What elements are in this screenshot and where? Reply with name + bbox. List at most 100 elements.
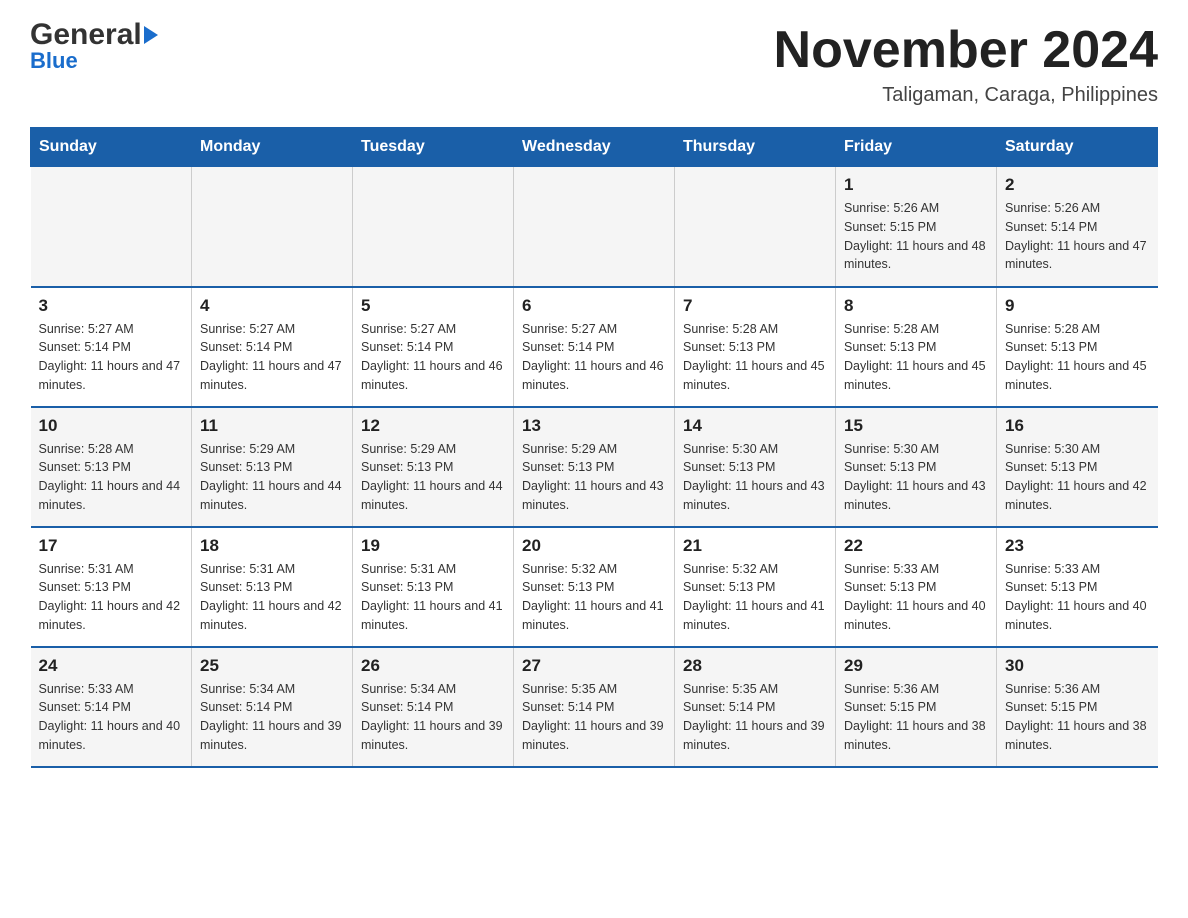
- day-number: 22: [844, 536, 988, 556]
- day-info: Sunrise: 5:30 AM Sunset: 5:13 PM Dayligh…: [683, 440, 827, 515]
- calendar-cell: 1Sunrise: 5:26 AM Sunset: 5:15 PM Daylig…: [836, 167, 997, 287]
- logo-general-label: General: [30, 20, 142, 50]
- day-info: Sunrise: 5:34 AM Sunset: 5:14 PM Dayligh…: [200, 680, 344, 755]
- calendar-cell: [514, 167, 675, 287]
- calendar-header: Sunday Monday Tuesday Wednesday Thursday…: [31, 128, 1158, 167]
- calendar-cell: 24 Sunrise: 5:33 AM Sunset: 5:14 PM Dayli…: [31, 647, 192, 767]
- calendar-cell: 5 Sunrise: 5:27 AM Sunset: 5:14 PM Daylig…: [353, 287, 514, 407]
- calendar-week-2: 3 Sunrise: 5:27 AM Sunset: 5:14 PM Daylig…: [31, 287, 1158, 407]
- calendar-cell: 26 Sunrise: 5:34 AM Sunset: 5:14 PM Dayli…: [353, 647, 514, 767]
- calendar-cell: 18Sunrise: 5:31 AM Sunset: 5:13 PM Dayli…: [192, 527, 353, 647]
- calendar-cell: 17 Sunrise: 5:31 AM Sunset: 5:13 PM Dayli…: [31, 527, 192, 647]
- header-saturday: Saturday: [997, 128, 1158, 167]
- day-info: Sunrise: 5:35 AM Sunset: 5:14 PM Dayligh…: [522, 680, 666, 755]
- calendar-cell: 14 Sunrise: 5:30 AM Sunset: 5:13 PM Dayli…: [675, 407, 836, 527]
- header-tuesday: Tuesday: [353, 128, 514, 167]
- day-info: Sunrise: 5:27 AM Sunset: 5:14 PM Dayligh…: [522, 320, 666, 395]
- header-monday: Monday: [192, 128, 353, 167]
- page-header: General Blue November 2024 Taligaman, Ca…: [30, 20, 1158, 107]
- calendar-cell: 23Sunrise: 5:33 AM Sunset: 5:13 PM Dayli…: [997, 527, 1158, 647]
- day-info: Sunrise: 5:35 AM Sunset: 5:14 PM Dayligh…: [683, 680, 827, 755]
- day-number: 10: [39, 416, 184, 436]
- day-info: Sunrise: 5:31 AM Sunset: 5:13 PM Dayligh…: [39, 560, 184, 635]
- calendar-body: 1Sunrise: 5:26 AM Sunset: 5:15 PM Daylig…: [31, 167, 1158, 767]
- calendar-week-3: 10Sunrise: 5:28 AM Sunset: 5:13 PM Dayli…: [31, 407, 1158, 527]
- logo-blue-label: Blue: [30, 50, 78, 72]
- day-info: Sunrise: 5:31 AM Sunset: 5:13 PM Dayligh…: [361, 560, 505, 635]
- calendar-cell: 9 Sunrise: 5:28 AM Sunset: 5:13 PM Daylig…: [997, 287, 1158, 407]
- day-info: Sunrise: 5:28 AM Sunset: 5:13 PM Dayligh…: [1005, 320, 1150, 395]
- day-number: 23: [1005, 536, 1150, 556]
- location-title: Taligaman, Caraga, Philippines: [774, 84, 1158, 107]
- day-number: 1: [844, 175, 988, 195]
- calendar-cell: 10Sunrise: 5:28 AM Sunset: 5:13 PM Dayli…: [31, 407, 192, 527]
- header-thursday: Thursday: [675, 128, 836, 167]
- day-info: Sunrise: 5:27 AM Sunset: 5:14 PM Dayligh…: [361, 320, 505, 395]
- calendar-cell: 15 Sunrise: 5:30 AM Sunset: 5:13 PM Dayli…: [836, 407, 997, 527]
- calendar-cell: 8 Sunrise: 5:28 AM Sunset: 5:13 PM Daylig…: [836, 287, 997, 407]
- day-number: 17: [39, 536, 184, 556]
- day-number: 21: [683, 536, 827, 556]
- month-title: November 2024: [774, 20, 1158, 80]
- day-info: Sunrise: 5:33 AM Sunset: 5:13 PM Dayligh…: [844, 560, 988, 635]
- day-number: 5: [361, 296, 505, 316]
- day-number: 7: [683, 296, 827, 316]
- day-number: 14: [683, 416, 827, 436]
- day-number: 28: [683, 656, 827, 676]
- day-info: Sunrise: 5:29 AM Sunset: 5:13 PM Dayligh…: [361, 440, 505, 515]
- day-number: 18: [200, 536, 344, 556]
- day-info: Sunrise: 5:34 AM Sunset: 5:14 PM Dayligh…: [361, 680, 505, 755]
- day-number: 12: [361, 416, 505, 436]
- day-info: Sunrise: 5:26 AM Sunset: 5:14 PM Dayligh…: [1005, 199, 1150, 274]
- calendar-cell: 30 Sunrise: 5:36 AM Sunset: 5:15 PM Dayli…: [997, 647, 1158, 767]
- day-number: 3: [39, 296, 184, 316]
- day-number: 13: [522, 416, 666, 436]
- day-info: Sunrise: 5:28 AM Sunset: 5:13 PM Dayligh…: [683, 320, 827, 395]
- calendar-cell: 29 Sunrise: 5:36 AM Sunset: 5:15 PM Dayli…: [836, 647, 997, 767]
- day-info: Sunrise: 5:28 AM Sunset: 5:13 PM Dayligh…: [844, 320, 988, 395]
- day-number: 4: [200, 296, 344, 316]
- day-number: 26: [361, 656, 505, 676]
- day-info: Sunrise: 5:36 AM Sunset: 5:15 PM Dayligh…: [1005, 680, 1150, 755]
- day-number: 6: [522, 296, 666, 316]
- calendar-cell: 27Sunrise: 5:35 AM Sunset: 5:14 PM Dayli…: [514, 647, 675, 767]
- day-info: Sunrise: 5:36 AM Sunset: 5:15 PM Dayligh…: [844, 680, 988, 755]
- calendar-table: Sunday Monday Tuesday Wednesday Thursday…: [30, 127, 1158, 768]
- logo-triangle-icon: [144, 26, 158, 44]
- calendar-cell: [675, 167, 836, 287]
- day-number: 24: [39, 656, 184, 676]
- calendar-cell: 28 Sunrise: 5:35 AM Sunset: 5:14 PM Dayli…: [675, 647, 836, 767]
- calendar-week-1: 1Sunrise: 5:26 AM Sunset: 5:15 PM Daylig…: [31, 167, 1158, 287]
- day-number: 30: [1005, 656, 1150, 676]
- day-info: Sunrise: 5:30 AM Sunset: 5:13 PM Dayligh…: [844, 440, 988, 515]
- calendar-cell: 25 Sunrise: 5:34 AM Sunset: 5:14 PM Dayli…: [192, 647, 353, 767]
- day-number: 8: [844, 296, 988, 316]
- calendar-cell: 19Sunrise: 5:31 AM Sunset: 5:13 PM Dayli…: [353, 527, 514, 647]
- header-sunday: Sunday: [31, 128, 192, 167]
- day-number: 9: [1005, 296, 1150, 316]
- day-number: 20: [522, 536, 666, 556]
- calendar-cell: 3Sunrise: 5:27 AM Sunset: 5:14 PM Daylig…: [31, 287, 192, 407]
- day-number: 2: [1005, 175, 1150, 195]
- day-info: Sunrise: 5:29 AM Sunset: 5:13 PM Dayligh…: [522, 440, 666, 515]
- header-friday: Friday: [836, 128, 997, 167]
- day-info: Sunrise: 5:32 AM Sunset: 5:13 PM Dayligh…: [683, 560, 827, 635]
- calendar-cell: 12 Sunrise: 5:29 AM Sunset: 5:13 PM Dayli…: [353, 407, 514, 527]
- calendar-week-4: 17 Sunrise: 5:31 AM Sunset: 5:13 PM Dayli…: [31, 527, 1158, 647]
- calendar-week-5: 24 Sunrise: 5:33 AM Sunset: 5:14 PM Dayli…: [31, 647, 1158, 767]
- day-number: 25: [200, 656, 344, 676]
- header-wednesday: Wednesday: [514, 128, 675, 167]
- day-number: 11: [200, 416, 344, 436]
- day-info: Sunrise: 5:33 AM Sunset: 5:14 PM Dayligh…: [39, 680, 184, 755]
- title-area: November 2024 Taligaman, Caraga, Philipp…: [774, 20, 1158, 107]
- calendar-cell: 11Sunrise: 5:29 AM Sunset: 5:13 PM Dayli…: [192, 407, 353, 527]
- day-number: 29: [844, 656, 988, 676]
- day-number: 15: [844, 416, 988, 436]
- calendar-cell: 16Sunrise: 5:30 AM Sunset: 5:13 PM Dayli…: [997, 407, 1158, 527]
- day-info: Sunrise: 5:27 AM Sunset: 5:14 PM Dayligh…: [200, 320, 344, 395]
- calendar-cell: 4 Sunrise: 5:27 AM Sunset: 5:14 PM Daylig…: [192, 287, 353, 407]
- calendar-cell: 20Sunrise: 5:32 AM Sunset: 5:13 PM Dayli…: [514, 527, 675, 647]
- header-row: Sunday Monday Tuesday Wednesday Thursday…: [31, 128, 1158, 167]
- calendar-cell: [192, 167, 353, 287]
- calendar-cell: 7 Sunrise: 5:28 AM Sunset: 5:13 PM Daylig…: [675, 287, 836, 407]
